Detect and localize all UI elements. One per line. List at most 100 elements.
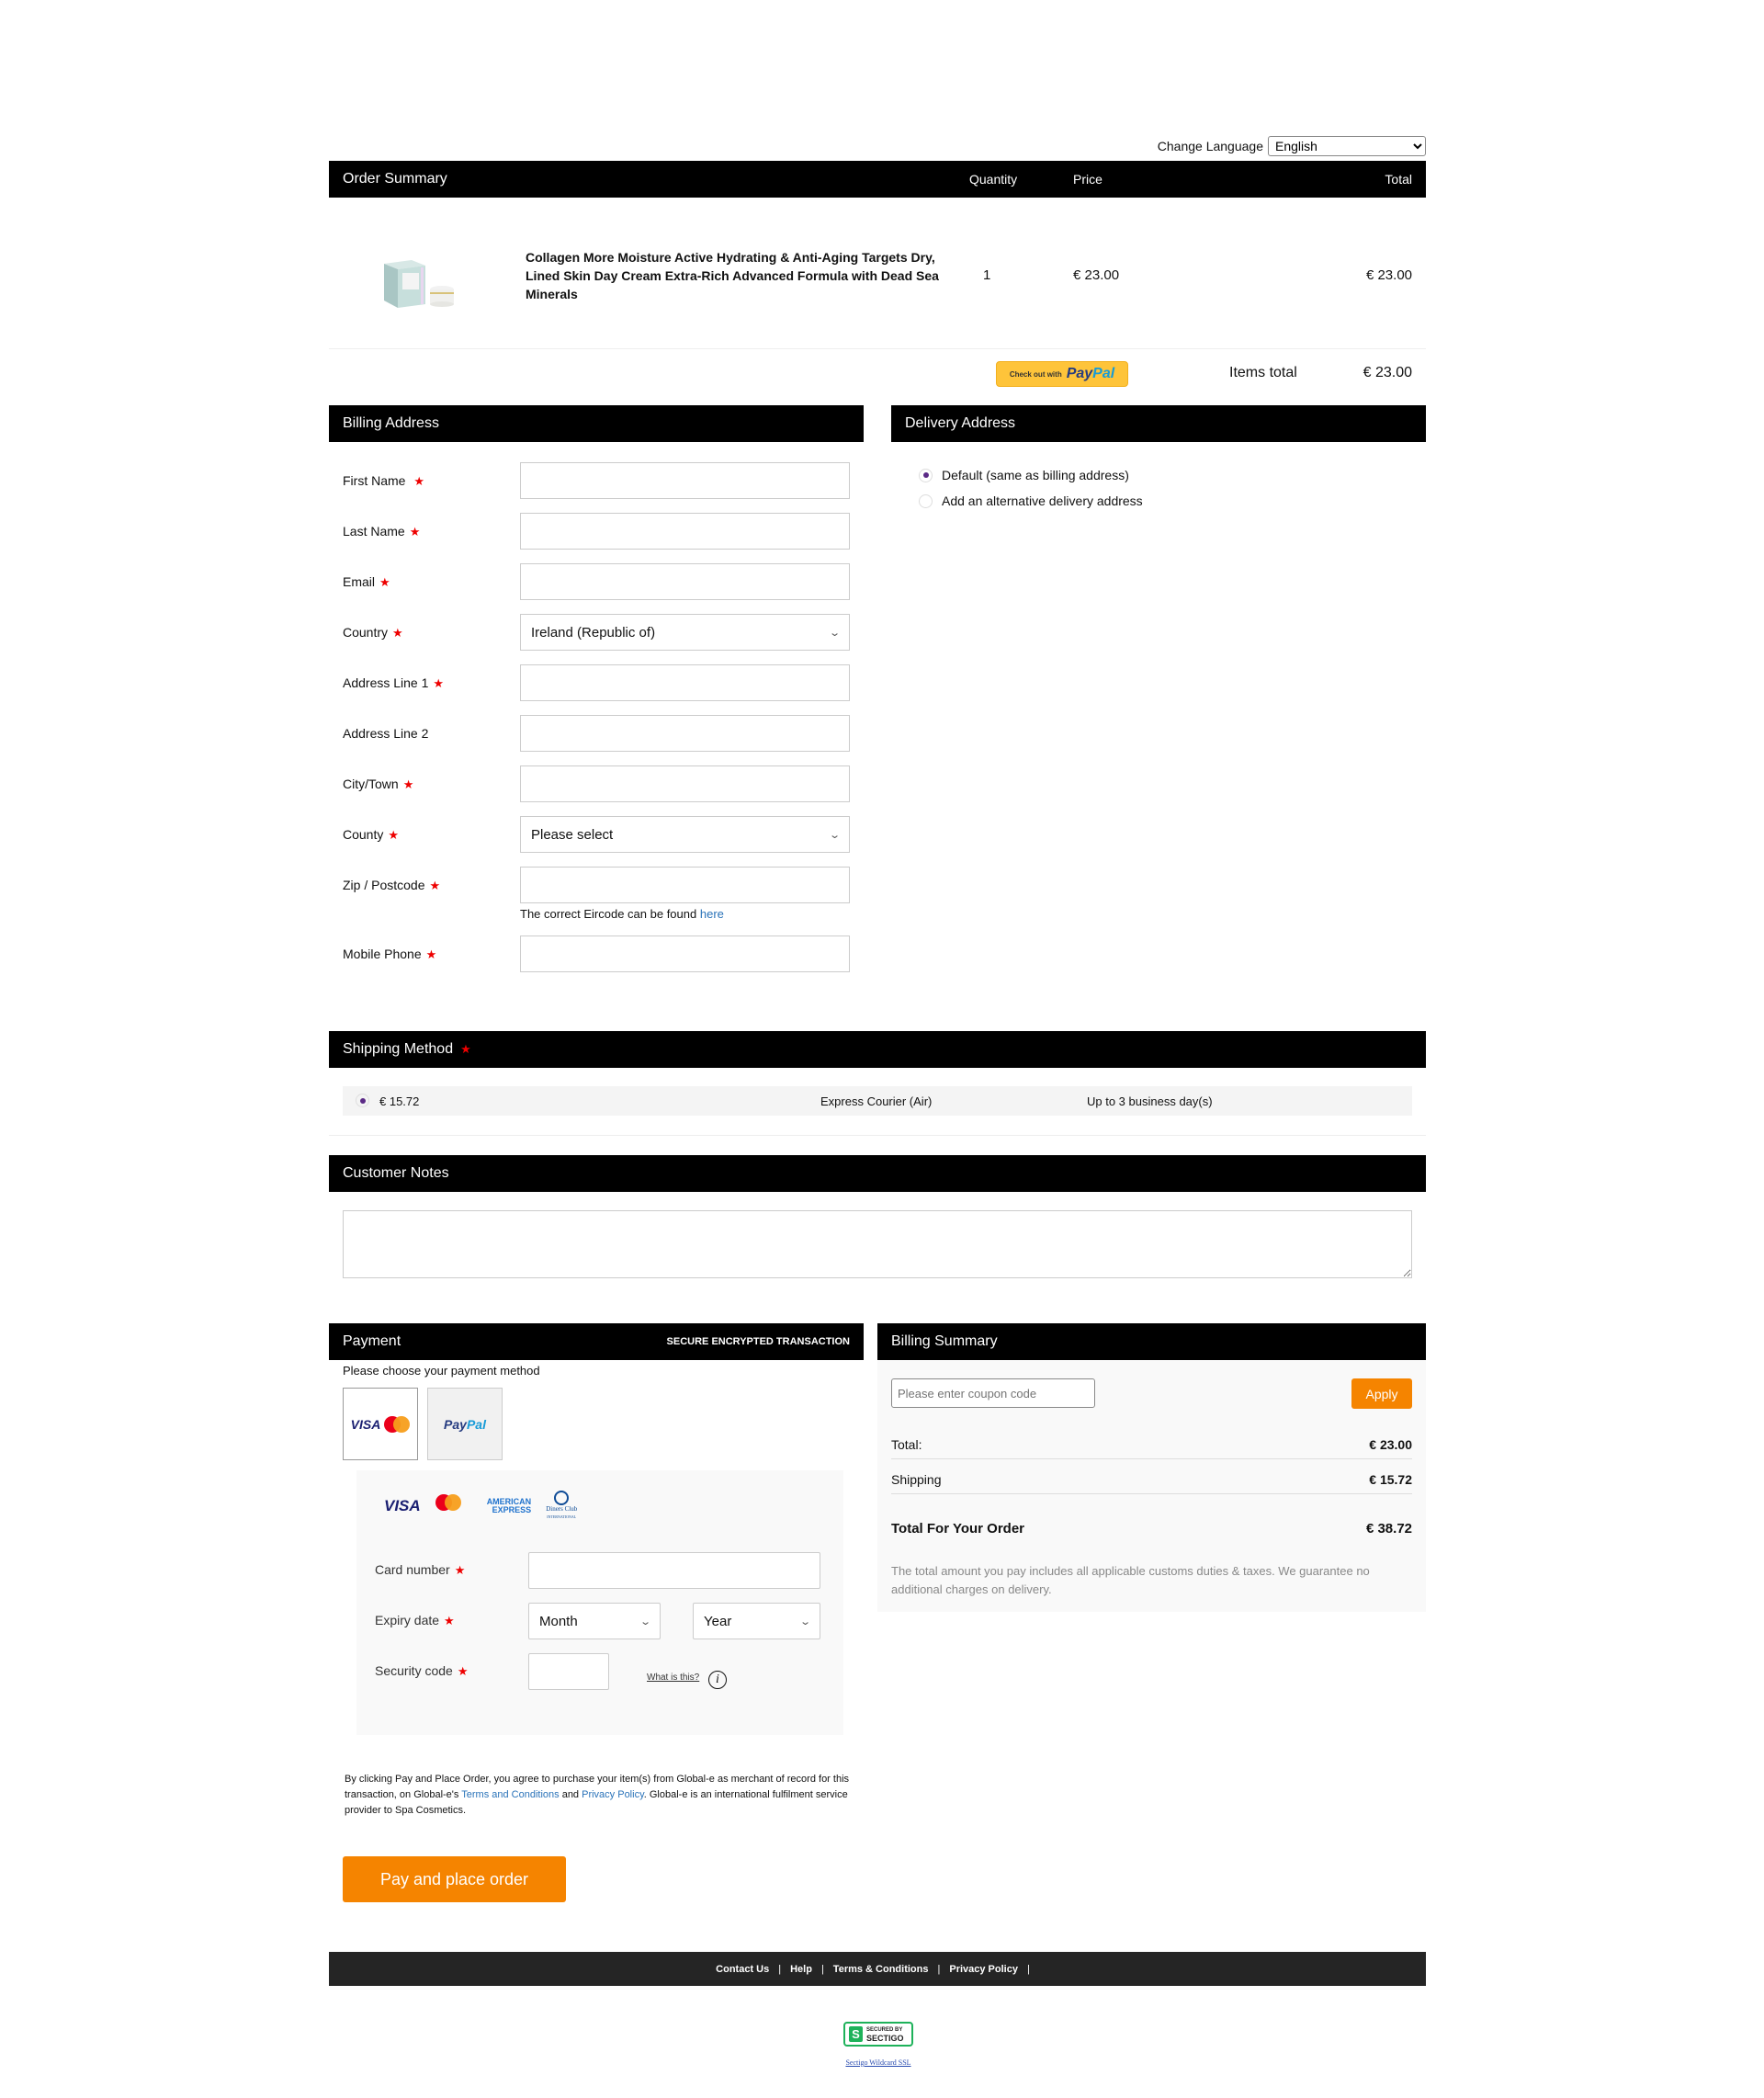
payment-section: Payment SECURE ENCRYPTED TRANSACTION Ple… bbox=[329, 1323, 864, 1902]
shipping-option[interactable]: € 15.72 Express Courier (Air) Up to 3 bu… bbox=[343, 1086, 1412, 1116]
postcode-label: Zip / Postcode ★ bbox=[343, 878, 441, 892]
divider bbox=[891, 1458, 1412, 1459]
required-star-icon: ★ bbox=[388, 828, 400, 842]
divider bbox=[329, 1135, 1426, 1136]
email-row: Email ★ bbox=[343, 563, 850, 600]
country-row: Country ★ Ireland (Republic of) ⌄ bbox=[343, 614, 850, 651]
card-number-input[interactable] bbox=[528, 1552, 820, 1589]
expiry-month-select[interactable]: Month ⌄ bbox=[528, 1603, 661, 1639]
quantity-column-header: Quantity bbox=[969, 172, 1018, 187]
sectigo-ssl-link[interactable]: Sectigo Wildcard SSL bbox=[842, 2058, 915, 2067]
delivery-address-section: Delivery Address Default (same as billin… bbox=[891, 405, 1426, 508]
privacy-link[interactable]: Privacy Policy bbox=[582, 1789, 644, 1800]
sectigo-logo-icon: S bbox=[849, 2026, 863, 2042]
divider bbox=[891, 1493, 1412, 1494]
address-line-1-label: Address Line 1 ★ bbox=[343, 675, 445, 690]
billing-address-section: Billing Address First Name ★ Last Name ★ … bbox=[329, 405, 864, 972]
county-row: County ★ Please select ⌄ bbox=[343, 816, 850, 853]
last-name-input[interactable] bbox=[520, 513, 850, 550]
paypal-logo-icon: PayPal bbox=[444, 1416, 486, 1432]
chevron-down-icon: ⌄ bbox=[639, 1616, 651, 1627]
terms-link[interactable]: Terms and Conditions bbox=[461, 1789, 559, 1800]
security-code-label: Security code ★ bbox=[375, 1663, 469, 1678]
visa-logo-icon: VISA bbox=[350, 1416, 381, 1432]
country-value: Ireland (Republic of) bbox=[531, 624, 656, 641]
billing-summary-section: Billing Summary Apply Total:€ 23.00 Ship… bbox=[877, 1323, 1426, 1612]
postcode-input[interactable] bbox=[520, 867, 850, 903]
footer-link-privacy[interactable]: Privacy Policy bbox=[949, 1964, 1018, 1975]
pay-and-place-order-button[interactable]: Pay and place order bbox=[343, 1856, 566, 1902]
first-name-input[interactable] bbox=[520, 462, 850, 499]
mobile-phone-input[interactable] bbox=[520, 936, 850, 972]
city-row: City/Town ★ bbox=[343, 765, 850, 802]
country-select[interactable]: Ireland (Republic of) ⌄ bbox=[520, 614, 850, 651]
sectigo-badge[interactable]: S SECURED BY SECTIGO bbox=[843, 2022, 913, 2047]
price-column-header: Price bbox=[1073, 172, 1102, 187]
payment-method-card[interactable]: VISA bbox=[343, 1388, 418, 1460]
address-line-1-input[interactable] bbox=[520, 664, 850, 701]
apply-coupon-button[interactable]: Apply bbox=[1351, 1378, 1412, 1409]
product-quantity: 1 bbox=[983, 267, 991, 283]
city-label: City/Town ★ bbox=[343, 777, 414, 791]
total-column-header: Total bbox=[1385, 172, 1412, 187]
order-item-row: Collagen More Moisture Active Hydrating … bbox=[329, 198, 1426, 349]
footer-link-contact[interactable]: Contact Us bbox=[716, 1964, 769, 1975]
billing-address-header: Billing Address bbox=[329, 405, 864, 442]
paypal-logo-icon: PayPal bbox=[1066, 366, 1115, 381]
what-is-this-link[interactable]: What is this? bbox=[647, 1673, 699, 1683]
expiry-year-select[interactable]: Year ⌄ bbox=[693, 1603, 820, 1639]
mastercard-logo-icon bbox=[384, 1415, 411, 1433]
coupon-input[interactable] bbox=[891, 1378, 1095, 1408]
footer-link-help[interactable]: Help bbox=[790, 1964, 812, 1975]
summary-total-row: Total: € 23.00 bbox=[891, 1437, 1412, 1452]
address-line-1-row: Address Line 1 ★ bbox=[343, 664, 850, 701]
mobile-phone-label: Mobile Phone ★ bbox=[343, 947, 437, 961]
delivery-address-header: Delivery Address bbox=[891, 405, 1426, 442]
items-total-value: € 23.00 bbox=[1363, 365, 1412, 380]
language-select[interactable]: English bbox=[1268, 136, 1426, 156]
order-summary-header: Order Summary Quantity Price Total bbox=[329, 161, 1426, 198]
chevron-down-icon: ⌄ bbox=[828, 829, 841, 841]
address-line-2-input[interactable] bbox=[520, 715, 850, 752]
secure-transaction-label: SECURE ENCRYPTED TRANSACTION bbox=[666, 1336, 850, 1347]
payment-method-paypal[interactable]: PayPal bbox=[427, 1388, 503, 1460]
chevron-down-icon: ⌄ bbox=[798, 1616, 811, 1627]
billing-address-title: Billing Address bbox=[343, 415, 439, 431]
product-title: Collagen More Moisture Active Hydrating … bbox=[526, 250, 939, 301]
terms-text: By clicking Pay and Place Order, you agr… bbox=[345, 1774, 850, 1816]
order-summary-title: Order Summary bbox=[343, 171, 447, 187]
customer-notes-title: Customer Notes bbox=[343, 1165, 449, 1181]
product-price: € 23.00 bbox=[1073, 267, 1120, 283]
payment-title: Payment bbox=[343, 1333, 401, 1349]
country-label: Country ★ bbox=[343, 625, 403, 640]
paypal-checkout-button[interactable]: Check out with PayPal bbox=[996, 361, 1128, 387]
delivery-address-title: Delivery Address bbox=[905, 415, 1016, 431]
county-label: County ★ bbox=[343, 827, 400, 842]
required-star-icon: ★ bbox=[392, 626, 403, 640]
county-select[interactable]: Please select ⌄ bbox=[520, 816, 850, 853]
delivery-option-default[interactable]: Default (same as billing address) bbox=[919, 468, 1129, 482]
email-input[interactable] bbox=[520, 563, 850, 600]
card-details-form: VISA AMERICAN EXPRESS Diners Club INTERNAT… bbox=[356, 1470, 843, 1735]
amex-logo-icon: AMERICAN EXPRESS bbox=[486, 1496, 532, 1514]
language-switcher: Change Language English bbox=[1158, 136, 1426, 156]
customs-note: The total amount you pay includes all ap… bbox=[891, 1564, 1370, 1596]
shipping-method-section: Shipping Method ★ € 15.72 Express Courie… bbox=[329, 1031, 1426, 1136]
language-label: Change Language bbox=[1157, 139, 1263, 153]
info-icon[interactable]: i bbox=[708, 1671, 727, 1689]
footer-link-terms[interactable]: Terms & Conditions bbox=[833, 1964, 929, 1975]
card-number-label: Card number ★ bbox=[375, 1562, 466, 1577]
customer-notes-textarea[interactable] bbox=[343, 1210, 1412, 1278]
city-input[interactable] bbox=[520, 765, 850, 802]
delivery-option-alternative[interactable]: Add an alternative delivery address bbox=[919, 493, 1143, 508]
eircode-link[interactable]: here bbox=[700, 907, 724, 921]
required-star-icon: ★ bbox=[460, 1042, 471, 1056]
required-star-icon: ★ bbox=[457, 1664, 469, 1678]
billing-summary-title: Billing Summary bbox=[891, 1333, 998, 1349]
payment-header: Payment SECURE ENCRYPTED TRANSACTION bbox=[329, 1323, 864, 1360]
security-code-input[interactable] bbox=[528, 1653, 609, 1690]
shipping-price: € 15.72 bbox=[379, 1094, 420, 1108]
footer: Contact Us | Help | Terms & Conditions | Pr… bbox=[329, 1952, 1426, 1986]
last-name-label: Last Name ★ bbox=[343, 524, 421, 539]
shipping-name: Express Courier (Air) bbox=[820, 1094, 933, 1108]
